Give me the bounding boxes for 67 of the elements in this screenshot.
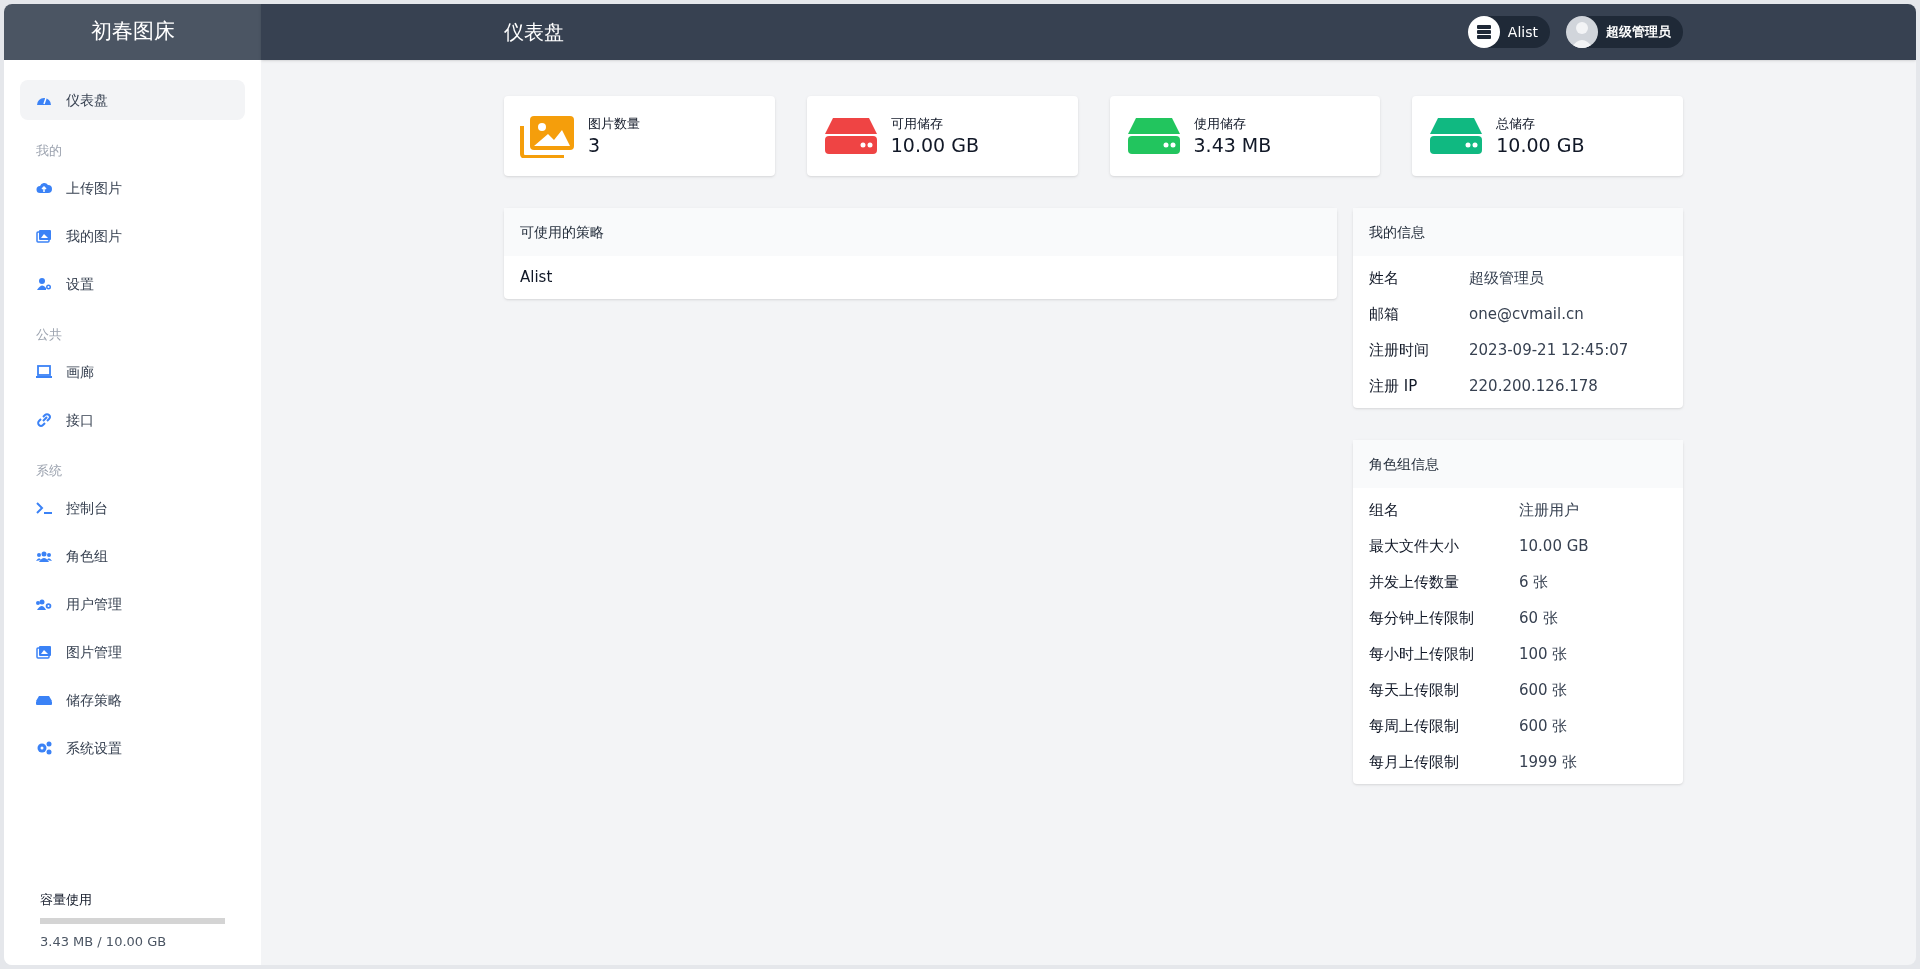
stat-value: 10.00 GB <box>890 133 979 158</box>
info-label: 组名 <box>1369 499 1400 521</box>
gears-icon <box>36 740 52 756</box>
info-label: 姓名 <box>1369 267 1400 289</box>
capacity-label: 容量使用 <box>40 891 93 909</box>
info-label: 注册 IP <box>1369 375 1419 397</box>
terminal-icon <box>36 500 52 516</box>
info-value: 2023-09-21 12:45:07 <box>1469 339 1629 361</box>
nav-section-heading: 我的 <box>35 141 63 160</box>
info-label: 最大文件大小 <box>1369 535 1460 557</box>
info-label: 每月上传限制 <box>1369 751 1460 773</box>
info-label: 每分钟上传限制 <box>1369 607 1475 629</box>
sidebar-item[interactable]: 仪表盘 <box>20 80 245 120</box>
info-value: 超级管理员 <box>1469 267 1544 289</box>
link-icon <box>36 412 52 428</box>
sidebar-item[interactable]: 角色组 <box>20 536 245 576</box>
info-label: 注册时间 <box>1369 339 1430 361</box>
server-icon <box>1467 16 1500 48</box>
policy-name: Alist <box>520 267 554 288</box>
stat-value: 10.00 GB <box>1496 133 1585 158</box>
info-value: 注册用户 <box>1519 499 1579 521</box>
info-label: 邮箱 <box>1369 303 1400 325</box>
app-title: 初春图床 <box>90 18 175 46</box>
sidebar-item[interactable]: 控制台 <box>20 488 245 528</box>
stat-label: 使用储存 <box>1193 115 1247 134</box>
storage-badge[interactable]: Alist <box>1467 16 1550 48</box>
sidebar-item[interactable]: 储存策略 <box>20 680 245 720</box>
sidebar-item[interactable]: 系统设置 <box>20 728 245 768</box>
stat-value: 3 <box>588 133 602 158</box>
info-value: 220.200.126.178 <box>1469 375 1598 397</box>
stat-label: 图片数量 <box>588 115 640 134</box>
cloud-upload-icon <box>36 180 52 196</box>
images-icon <box>36 644 52 660</box>
sidebar-item[interactable]: 接口 <box>20 400 245 440</box>
sidebar-item[interactable]: 我的图片 <box>20 216 245 256</box>
sidebar-item[interactable]: 图片管理 <box>20 632 245 672</box>
sidebar-item[interactable]: 设置 <box>20 264 245 304</box>
monitor-icon <box>36 364 52 380</box>
stat-label: 总储存 <box>1496 115 1537 134</box>
user-gear-icon <box>36 276 52 292</box>
info-value: 600 张 <box>1519 715 1568 737</box>
avatar-icon <box>1566 16 1598 48</box>
panel-title: 我的信息 <box>1369 222 1425 242</box>
info-label: 每天上传限制 <box>1369 679 1460 701</box>
info-value: one@cvmail.cn <box>1469 303 1584 325</box>
info-value: 10.00 GB <box>1519 535 1589 557</box>
stat-value: 3.43 MB <box>1193 133 1272 158</box>
user-badge[interactable]: 超级管理员 <box>1566 16 1683 48</box>
sidebar-item[interactable]: 用户管理 <box>20 584 245 624</box>
info-label: 并发上传数量 <box>1369 571 1460 593</box>
info-value: 60 张 <box>1519 607 1558 629</box>
capacity-reading: 3.43 MB / 10.00 GB <box>40 932 168 951</box>
info-label: 每周上传限制 <box>1369 715 1460 737</box>
info-value: 100 张 <box>1519 643 1568 665</box>
info-label: 每小时上传限制 <box>1369 643 1475 665</box>
nav-section-heading: 公共 <box>35 325 63 344</box>
sidebar-item[interactable]: 画廊 <box>20 352 245 392</box>
images-icon <box>36 228 52 244</box>
sidebar-item[interactable]: 上传图片 <box>20 168 245 208</box>
info-value: 1999 张 <box>1519 751 1577 773</box>
info-value: 6 张 <box>1519 571 1549 593</box>
page-title: 仪表盘 <box>504 19 564 46</box>
nav-section-heading: 系统 <box>35 461 63 480</box>
stat-label: 可用储存 <box>890 115 944 134</box>
panel-title: 可使用的策略 <box>520 222 604 242</box>
info-value: 600 张 <box>1519 679 1568 701</box>
panel-title: 角色组信息 <box>1369 454 1439 474</box>
